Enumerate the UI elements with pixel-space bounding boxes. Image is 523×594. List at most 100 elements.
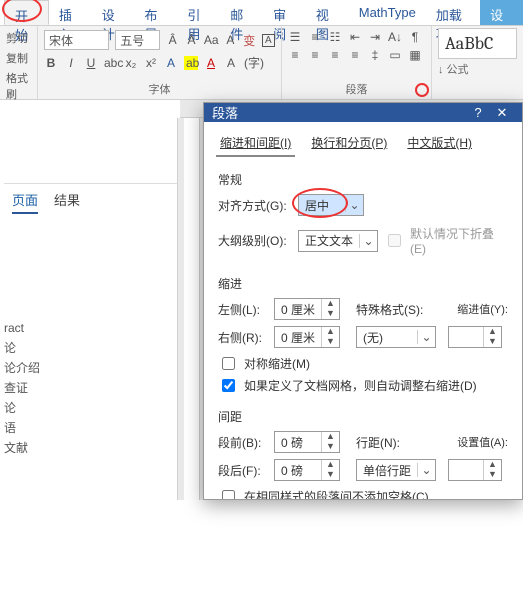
tab-mailings[interactable]: 邮件 (220, 0, 263, 25)
clear-format-icon[interactable]: A (224, 33, 237, 47)
label-space-after: 段后(F): (218, 462, 268, 479)
section-general: 常规 (218, 171, 508, 188)
outline-item[interactable]: 语 (4, 418, 40, 438)
chevron-down-icon[interactable]: ⌄ (345, 198, 363, 212)
tab-references[interactable]: 引用 (177, 0, 220, 25)
tab-home[interactable]: 开始 (4, 0, 49, 25)
close-icon[interactable]: ✕ (490, 105, 514, 121)
show-marks-icon[interactable]: ¶ (408, 30, 422, 44)
highlight-icon[interactable]: ab (184, 56, 198, 70)
nav-tab-results[interactable]: 结果 (54, 190, 80, 214)
increase-font-icon[interactable]: Â (166, 33, 179, 47)
paragraph-dialog-launcher[interactable] (415, 83, 429, 97)
no-space-same-style-checkbox[interactable] (222, 490, 235, 500)
left-indent-spinner[interactable]: 0 厘米▲▼ (274, 298, 340, 320)
dialog-tab-indent[interactable]: 缩进和间距(I) (216, 132, 295, 157)
ribbon: 剪切 复制 格式刷 宋体 五号 Â Ǎ Aa A 变 A B I U abc… (0, 26, 523, 100)
multilevel-icon[interactable]: ☷ (328, 30, 342, 44)
change-case-icon[interactable]: Aa (204, 33, 218, 47)
chevron-down-icon[interactable]: ⌄ (417, 330, 435, 344)
outline-item[interactable]: ract (4, 318, 40, 338)
collapsed-default-checkbox (388, 234, 401, 247)
mirror-indent-checkbox[interactable] (222, 357, 235, 370)
outline-item[interactable]: 论介绍 (4, 358, 40, 378)
outline-item[interactable]: 查证 (4, 378, 40, 398)
strike-icon[interactable]: abc (104, 56, 118, 70)
numbering-icon[interactable]: ≡ (308, 30, 322, 44)
special-indent-select[interactable]: (无)⌄ (356, 326, 436, 348)
dialog-titlebar: 段落 ? ✕ (204, 103, 522, 122)
label-space-before: 段前(B): (218, 434, 268, 451)
clipboard-group: 剪切 复制 格式刷 (0, 26, 38, 99)
text-effects-icon[interactable]: A (164, 56, 178, 70)
justify-icon[interactable]: ≡ (348, 48, 362, 62)
copy-button[interactable]: 复制 (6, 50, 31, 66)
section-indent: 缩进 (218, 275, 508, 292)
ribbon-tabs: 开始 插入 设计 布局 引用 邮件 审阅 视图 MathType 加载项 设计 (0, 0, 523, 26)
shading-icon[interactable]: ▭ (388, 48, 402, 62)
vertical-ruler[interactable] (184, 118, 200, 500)
chevron-down-icon[interactable]: ⌄ (417, 463, 435, 477)
font-group-label: 字体 (44, 81, 275, 99)
decrease-indent-icon[interactable]: ⇤ (348, 30, 362, 44)
outline-item[interactable]: 论 (4, 338, 40, 358)
align-left-icon[interactable]: ≡ (288, 48, 302, 62)
borders-icon[interactable]: ▦ (408, 48, 422, 62)
set-value-spinner[interactable]: ▲▼ (448, 459, 502, 481)
bold-icon[interactable]: B (44, 56, 58, 70)
font-size-select[interactable]: 五号 (115, 30, 160, 50)
sort-icon[interactable]: A↓ (388, 30, 402, 44)
outline-item[interactable]: 论 (4, 398, 40, 418)
subscript-icon[interactable]: x₂ (124, 56, 138, 70)
indent-value-spinner[interactable]: ▲▼ (448, 326, 502, 348)
line-spacing-select[interactable]: 单倍行距⌄ (356, 459, 436, 481)
font-group: 宋体 五号 Â Ǎ Aa A 变 A B I U abc x₂ x² A a… (38, 26, 282, 99)
navigation-pane: 页面 结果 ract 论 论介绍 查证 论 语 文献 (0, 118, 178, 500)
nav-tab-pages[interactable]: 页面 (12, 190, 38, 214)
line-spacing-icon[interactable]: ‡ (368, 48, 382, 62)
bullets-icon[interactable]: ☰ (288, 30, 302, 44)
increase-indent-icon[interactable]: ⇥ (368, 30, 382, 44)
label-left-indent: 左侧(L): (218, 301, 268, 318)
outline-item[interactable]: 文献 (4, 438, 40, 458)
label-indent-value: 缩进值(Y): (457, 301, 508, 317)
style-equation-label: ↓ 公式 (438, 61, 517, 77)
tab-design[interactable]: 设计 (92, 0, 135, 25)
superscript-icon[interactable]: x² (144, 56, 158, 70)
dialog-tab-asian[interactable]: 中文版式(H) (403, 132, 476, 157)
phonetic-icon[interactable]: 变 (243, 32, 256, 49)
style-sample[interactable]: AaBbC (438, 28, 517, 59)
tab-review[interactable]: 审阅 (263, 0, 306, 25)
outline-level-select[interactable]: 正文文本⌄ (298, 230, 378, 252)
tab-layout[interactable]: 布局 (135, 0, 178, 25)
dialog-tab-pagination[interactable]: 换行和分页(P) (307, 132, 391, 157)
decrease-font-icon[interactable]: Ǎ (185, 33, 198, 47)
space-after-spinner[interactable]: 0 磅▲▼ (274, 459, 340, 481)
paragraph-dialog: 段落 ? ✕ 缩进和间距(I) 换行和分页(P) 中文版式(H) 常规 对齐方式… (203, 102, 523, 500)
right-indent-spinner[interactable]: 0 厘米▲▼ (274, 326, 340, 348)
underline-icon[interactable]: U (84, 56, 98, 70)
italic-icon[interactable]: I (64, 56, 78, 70)
font-family-select[interactable]: 宋体 (44, 30, 109, 50)
font-color-icon[interactable]: A (204, 56, 218, 70)
tab-design-contextual[interactable]: 设计 (480, 0, 523, 25)
tab-view[interactable]: 视图 (306, 0, 349, 25)
align-center-icon[interactable]: ≡ (308, 48, 322, 62)
space-before-spinner[interactable]: 0 磅▲▼ (274, 431, 340, 453)
tab-mathtype[interactable]: MathType (349, 0, 426, 25)
format-painter-button[interactable]: 格式刷 (6, 70, 31, 102)
tab-insert[interactable]: 插入 (49, 0, 92, 25)
chevron-down-icon[interactable]: ⌄ (359, 234, 377, 248)
label-alignment: 对齐方式(G): (218, 197, 292, 214)
label-special: 特殊格式(S): (356, 301, 426, 318)
align-right-icon[interactable]: ≡ (328, 48, 342, 62)
help-icon[interactable]: ? (466, 105, 490, 120)
char-shading-icon[interactable]: A (224, 56, 238, 70)
cut-button[interactable]: 剪切 (6, 30, 31, 46)
tab-addins[interactable]: 加载项 (426, 0, 480, 25)
outline-list: ract 论 论介绍 查证 论 语 文献 (4, 318, 40, 458)
alignment-select[interactable]: 居中⌄ (298, 194, 364, 216)
enclose-char-icon[interactable]: A (262, 34, 275, 47)
auto-adjust-right-checkbox[interactable] (222, 379, 235, 392)
char-border-icon[interactable]: (字) (244, 54, 258, 71)
